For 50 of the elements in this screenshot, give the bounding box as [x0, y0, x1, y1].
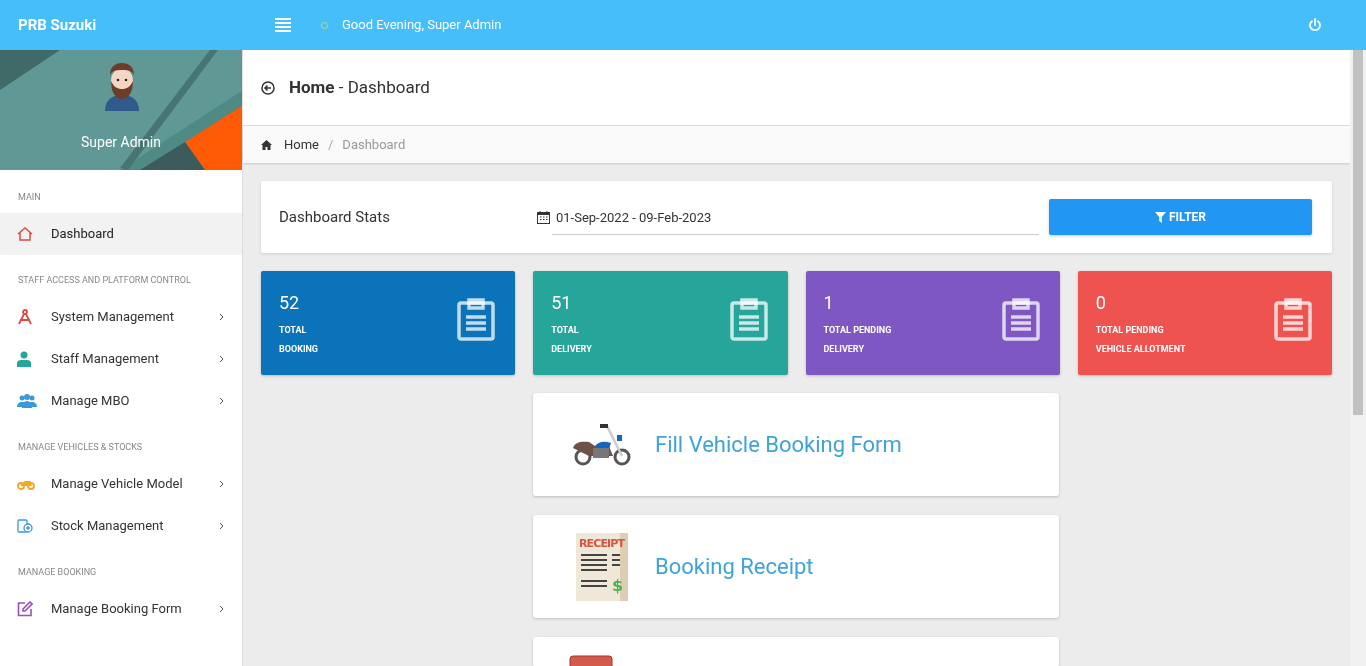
greeting-text: Good Evening, Super Admin: [342, 16, 502, 35]
chevron-icon: [219, 313, 224, 321]
document-icon: [17, 519, 33, 533]
clipboard-icon: [1274, 297, 1312, 341]
scrollbar[interactable]: [1350, 50, 1366, 666]
menu-icon[interactable]: [275, 18, 291, 32]
stat-value: 1: [823, 291, 835, 315]
calendar-icon: [537, 210, 550, 224]
page-title: Home - Dashboard: [289, 75, 430, 99]
section-label: MAIN: [18, 191, 42, 203]
brand-name: PRB Suzuki: [18, 14, 98, 36]
people-icon: [17, 394, 37, 408]
date-range-field[interactable]: 01-Sep-2022 - 09-Feb-2023: [552, 199, 1039, 235]
stat-value: 0: [1095, 291, 1107, 315]
person-icon: [17, 351, 31, 367]
home-icon: [261, 139, 272, 150]
folder-drawing: [569, 655, 613, 666]
back-icon[interactable]: [261, 80, 275, 95]
receipt-drawing: RECEIPT $: [576, 532, 628, 601]
action-card[interactable]: [533, 637, 1059, 666]
sidebar-item[interactable]: Dashboard: [0, 213, 242, 255]
power-icon[interactable]: [1308, 18, 1322, 32]
stat-value: 51: [551, 291, 573, 315]
stat-label: TOTAL PENDING VEHICLE ALLOTMENT: [1095, 324, 1187, 356]
chevron-icon: [219, 522, 224, 530]
funnel-icon: [1154, 211, 1166, 223]
motorcycle-icon: [17, 478, 35, 490]
stat-label: TOTAL PENDING DELIVERY: [823, 324, 893, 356]
breadcrumb-link[interactable]: Home: [284, 134, 319, 155]
section-label: MANAGE BOOKING: [18, 566, 98, 578]
clipboard-icon: [457, 297, 496, 341]
edit-icon: [17, 601, 33, 617]
chevron-icon: [219, 480, 224, 488]
section-label: STAFF ACCESS AND PLATFORM CONTROL: [18, 274, 192, 286]
clipboard-icon: [729, 297, 768, 341]
home-icon: [17, 227, 33, 241]
stat-label: TOTAL BOOKING: [279, 324, 319, 356]
stat-value: 52: [279, 291, 301, 315]
profile-name: Super Admin: [80, 133, 162, 152]
clipboard-icon: [1001, 297, 1040, 341]
section-label: MANAGE VEHICLES & STOCKS: [18, 441, 144, 453]
action-title: Fill Vehicle Booking Form: [655, 431, 902, 459]
chevron-icon: [219, 355, 224, 363]
chevron-icon: [219, 397, 224, 405]
chevron-icon: [219, 605, 224, 613]
stat-label: TOTAL DELIVERY: [551, 324, 593, 356]
panel-title: Dashboard Stats: [279, 206, 391, 228]
action-title: Booking Receipt: [655, 553, 814, 581]
compass-icon: [17, 309, 33, 325]
breadcrumb-separator: /: [328, 135, 334, 154]
